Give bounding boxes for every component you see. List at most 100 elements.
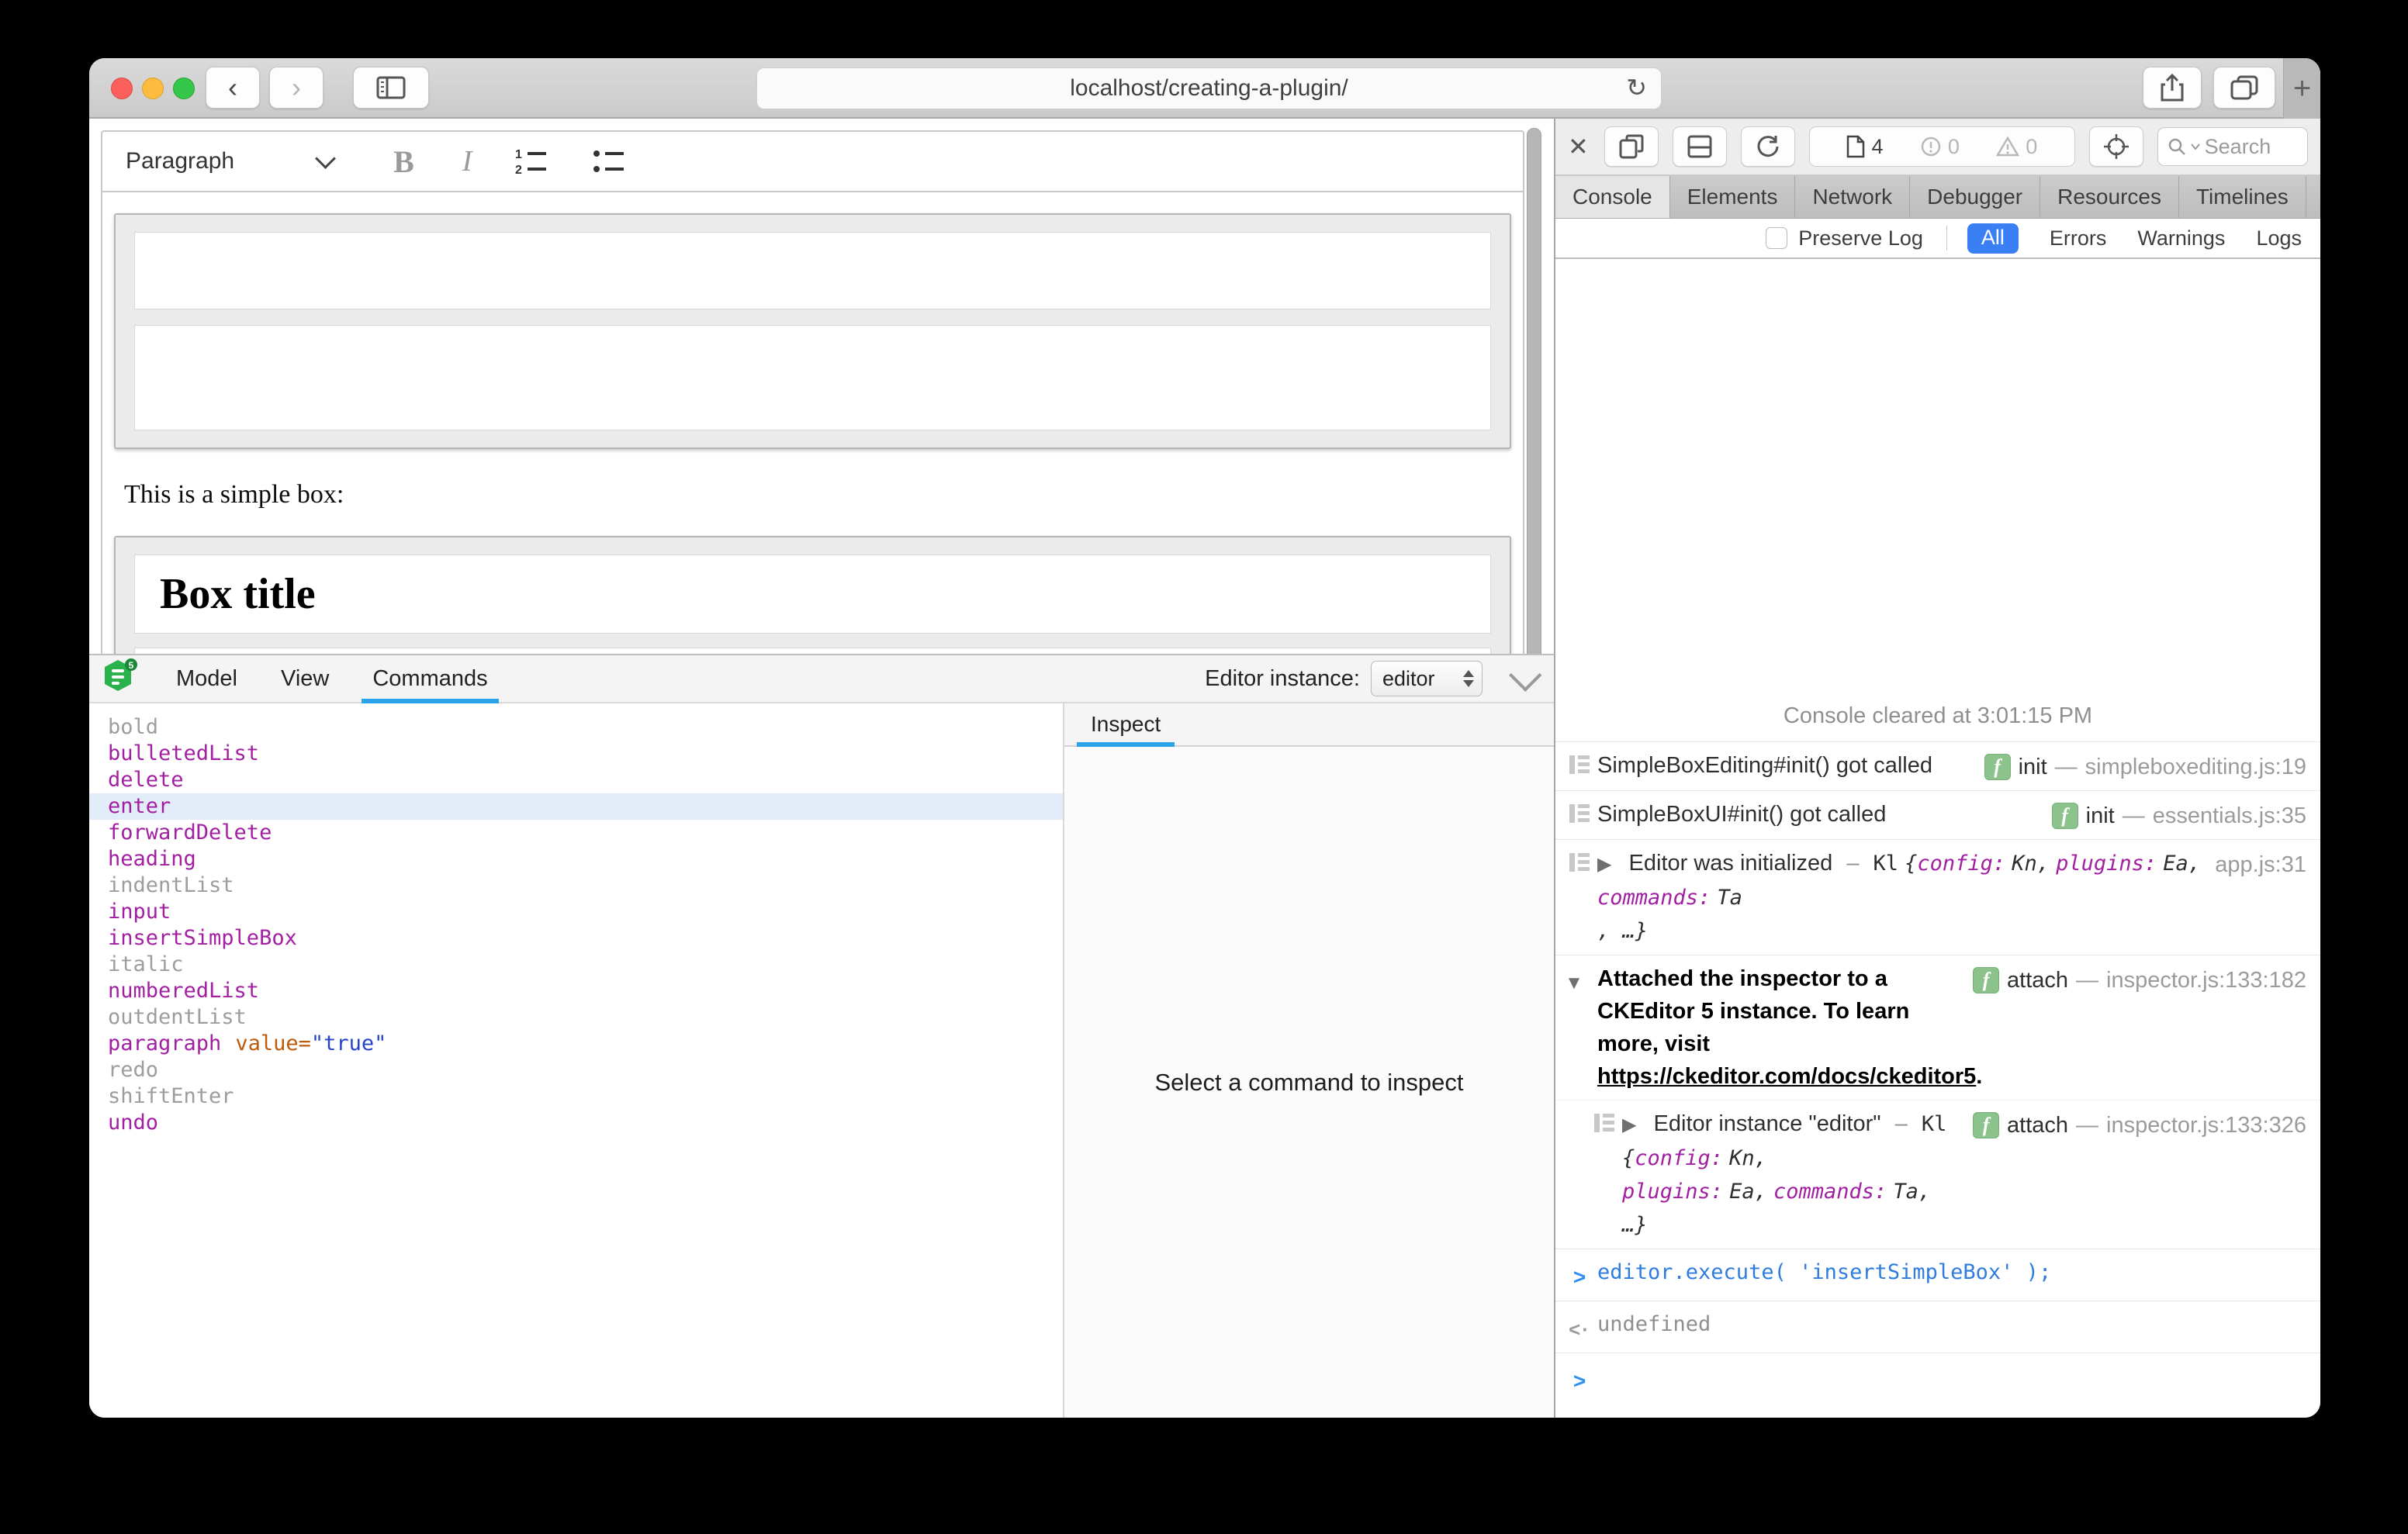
log-location[interactable]: f attach — inspector.js:133:182 <box>1973 962 2306 997</box>
close-inspector-button[interactable]: ✕ <box>1568 132 1589 161</box>
tab-commands[interactable]: Commands <box>368 655 492 702</box>
source-link[interactable]: essentials.js:35 <box>2153 800 2306 832</box>
command-item[interactable]: indentList <box>89 872 1063 899</box>
command-item[interactable]: outdentList <box>89 1004 1063 1031</box>
command-item[interactable]: heading <box>89 846 1063 872</box>
console-result-row[interactable]: <· undefined <box>1555 1301 2320 1353</box>
console-prompt-row[interactable]: > <box>1555 1353 2320 1418</box>
object-ctor: Kl <box>1922 1112 1947 1136</box>
address-bar[interactable]: localhost/creating-a-plugin/ ↻ <box>756 67 1662 109</box>
command-item[interactable]: delete <box>89 767 1063 793</box>
log-location[interactable]: f init — essentials.js:35 <box>2052 798 2306 832</box>
heading-dropdown[interactable]: Paragraph <box>126 148 234 174</box>
command-item[interactable]: forwardDelete <box>89 820 1063 846</box>
log-location[interactable]: f init — simpleboxediting.js:19 <box>1984 749 2306 783</box>
command-item[interactable]: input <box>89 899 1063 925</box>
tab-inspect[interactable]: Inspect <box>1085 703 1167 745</box>
reload-page-button[interactable] <box>1741 126 1795 167</box>
editor-instance-select[interactable]: editor <box>1371 661 1483 696</box>
bulleted-list-button[interactable] <box>593 147 627 175</box>
simple-box-description-field[interactable] <box>134 648 1491 654</box>
minimize-window-button[interactable] <box>142 78 164 99</box>
search-scope-chevron-icon <box>2191 143 2200 150</box>
disclosure-triangle-icon[interactable]: ▶ <box>1622 1114 1636 1135</box>
disclosure-triangle-icon[interactable]: ▼ <box>1562 962 1597 1000</box>
tab-console[interactable]: Console <box>1555 176 1670 218</box>
tab-overview-button[interactable] <box>2213 67 2275 109</box>
command-item[interactable]: paragraphvalue="true" <box>89 1031 1063 1057</box>
command-item[interactable]: undo <box>89 1110 1063 1136</box>
command-item[interactable]: insertSimpleBox <box>89 925 1063 952</box>
object-value: Kn, <box>1729 1146 1767 1170</box>
tab-storage[interactable]: Storage <box>2306 176 2320 218</box>
editor-content[interactable]: This is a simple box: Box title <box>101 192 1524 654</box>
forward-button[interactable]: › <box>269 67 323 109</box>
command-item-selected[interactable]: enter <box>89 793 1063 820</box>
error-count[interactable]: 0 <box>1920 135 1960 159</box>
filter-logs[interactable]: Logs <box>2256 226 2302 250</box>
function-name: attach <box>2007 964 2068 997</box>
editor-instance-value: editor <box>1382 667 1435 691</box>
warning-count[interactable]: 0 <box>1996 135 2037 159</box>
back-button[interactable]: ‹ <box>206 67 260 109</box>
console-log-row-nested[interactable]: ▶ Editor instance "editor" – Kl {config:… <box>1555 1100 2320 1249</box>
simple-box-title-field[interactable] <box>134 232 1491 309</box>
tab-timelines[interactable]: Timelines <box>2179 176 2306 218</box>
crosshair-icon <box>2103 133 2129 160</box>
tab-elements[interactable]: Elements <box>1670 176 1796 218</box>
command-item[interactable]: numberedList <box>89 978 1063 1004</box>
reload-icon[interactable]: ↻ <box>1626 73 1647 102</box>
console-log-row[interactable]: SimpleBoxEditing#init() got called f ini… <box>1555 741 2320 790</box>
svg-text:1: 1 <box>515 148 522 161</box>
tab-debugger[interactable]: Debugger <box>1910 176 2040 218</box>
console-log-row[interactable]: ▶ Editor was initialized – Kl {config: K… <box>1555 839 2320 955</box>
command-item[interactable]: redo <box>89 1057 1063 1083</box>
simple-box-widget-selected[interactable] <box>114 213 1511 449</box>
filter-warnings[interactable]: Warnings <box>2137 226 2225 250</box>
source-link[interactable]: inspector.js:133:326 <box>2106 1109 2306 1142</box>
preserve-log-checkbox[interactable] <box>1766 227 1787 249</box>
console-log-row-expanded[interactable]: ▼ Attached the inspector to a CKEditor 5… <box>1555 955 2320 1100</box>
ckinspector-header: 5 Model View Commands Editor instance: e… <box>89 655 1554 703</box>
zoom-window-button[interactable] <box>173 78 195 99</box>
tab-view[interactable]: View <box>276 655 334 702</box>
command-item[interactable]: bulletedList <box>89 741 1063 767</box>
source-link[interactable]: simpleboxediting.js:19 <box>2085 751 2306 783</box>
bold-button[interactable]: B <box>393 143 414 180</box>
filter-errors[interactable]: Errors <box>2050 226 2107 250</box>
page-resource-count[interactable]: 4 <box>1846 135 1883 159</box>
tab-resources[interactable]: Resources <box>2040 176 2179 218</box>
log-message: SimpleBoxUI#init() got called <box>1597 798 2052 831</box>
numbered-list-button[interactable]: 1 2 <box>515 147 549 175</box>
disclosure-triangle-icon[interactable]: ▶ <box>1597 854 1611 875</box>
dock-side-button[interactable] <box>1604 126 1659 167</box>
paragraph-text[interactable]: This is a simple box: <box>124 480 1523 510</box>
log-message: SimpleBoxEditing#init() got called <box>1597 749 1984 782</box>
tab-model[interactable]: Model <box>171 655 242 702</box>
element-picker-button[interactable] <box>2089 126 2143 167</box>
log-location[interactable]: app.js:31 <box>2215 847 2306 881</box>
simple-box-widget[interactable]: Box title <box>114 536 1511 654</box>
log-location[interactable]: f attach — inspector.js:133:326 <box>1973 1107 2306 1142</box>
command-item[interactable]: bold <box>89 714 1063 741</box>
simple-box-description-field[interactable] <box>134 325 1491 430</box>
external-link[interactable]: https://ckeditor.com/docs/ckeditor5 <box>1597 1064 1976 1089</box>
sidebar-button[interactable] <box>353 67 429 109</box>
italic-button[interactable]: I <box>462 144 472 178</box>
close-window-button[interactable] <box>111 78 133 99</box>
tab-network[interactable]: Network <box>1795 176 1910 218</box>
command-item[interactable]: shiftEnter <box>89 1083 1063 1110</box>
function-name: init <box>2086 800 2115 832</box>
source-link[interactable]: inspector.js:133:182 <box>2106 964 2306 997</box>
collapse-inspector-icon[interactable] <box>1509 659 1541 692</box>
command-item[interactable]: italic <box>89 952 1063 978</box>
source-link[interactable]: app.js:31 <box>2215 848 2306 881</box>
dock-bottom-button[interactable] <box>1673 126 1727 167</box>
filter-all[interactable]: All <box>1967 223 2019 254</box>
new-tab-button[interactable]: + <box>2283 58 2320 119</box>
share-button[interactable] <box>2143 67 2202 109</box>
console-log-row[interactable]: SimpleBoxUI#init() got called f init — e… <box>1555 790 2320 839</box>
inspector-search-field[interactable]: Search <box>2157 127 2308 166</box>
simple-box-title-field[interactable]: Box title <box>134 555 1491 634</box>
console-input-echo-row[interactable]: > editor.execute( 'insertSimpleBox' ); <box>1555 1249 2320 1301</box>
